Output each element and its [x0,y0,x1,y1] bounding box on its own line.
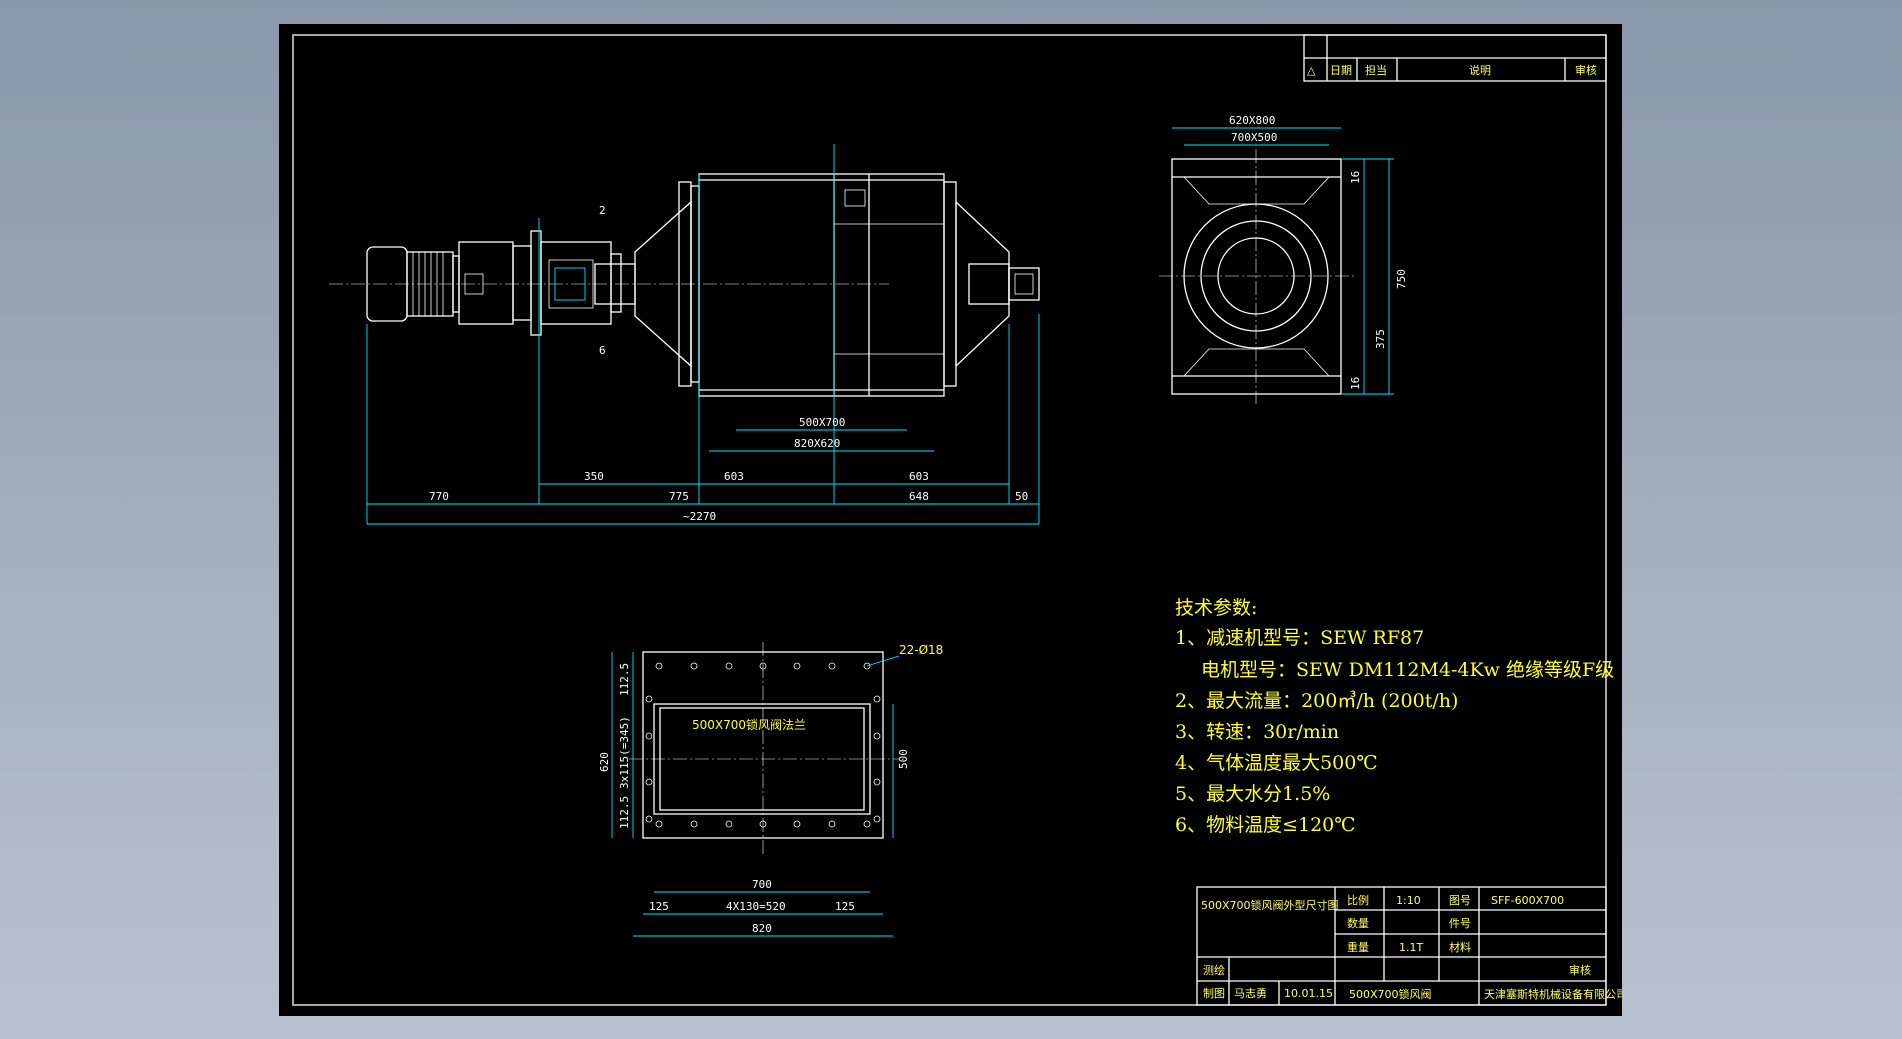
tb-date: 10.01.15 [1284,987,1333,1000]
tb-weight-label: 重量 [1347,940,1369,954]
dim-775: 775 [669,490,689,503]
drawing-sheet: △ 日期 担当 说明 审核 2 6 500X700 820X620 350 60… [279,24,1622,1016]
dim-750: 750 [1395,269,1408,289]
dim-125-right: 125 [835,900,855,913]
dim-820-flange: 820 [752,922,772,935]
dim-16-bottom: 16 [1349,377,1362,390]
rev-check-header: 审核 [1575,63,1597,77]
dim-3x115: 3x115(=345) [618,716,631,789]
tb-product-name: 500X700锁风阀 [1349,987,1432,1001]
dim-16-top: 16 [1349,171,1362,184]
tech-line-1: 1、减速机型号：SEW RF87 [1175,627,1424,649]
tb-scale-label: 比例 [1347,893,1369,907]
dim-700x500: 700X500 [1231,131,1277,144]
dim-125-left: 125 [649,900,669,913]
title-block: 500X700锁风阀外型尺寸图 比例 1:10 图号 SFF-600X700 数… [1196,886,1622,1006]
dim-603-left: 603 [724,470,744,483]
dim-4x130: 4X130=520 [726,900,786,913]
right-end-cone [955,200,1010,368]
valve-body [698,173,945,397]
bearing-housing-right [1008,267,1040,301]
tb-checker-label: 审核 [1569,963,1591,977]
tech-line-3: 3、转速：30r/min [1175,721,1339,743]
dim-500x700: 500X700 [799,416,845,429]
holes-note: 22-Ø18 [899,643,943,657]
dim-112-5-top: 112.5 [618,663,631,696]
tb-drawing-no-value: SFF-600X700 [1491,894,1564,907]
cad-drawing: △ 日期 担当 说明 审核 2 6 500X700 820X620 350 60… [292,34,1622,1006]
dim-620x800: 620X800 [1229,114,1275,127]
dim-6: 6 [599,344,606,357]
tb-scale-value: 1:10 [1396,894,1421,907]
dim-700-flange: 700 [752,878,772,891]
rev-person-header: 担当 [1365,63,1387,77]
dim-375: 375 [1374,329,1387,349]
drawing-border [292,34,1607,1006]
dim-820x620: 820X620 [794,437,840,450]
tech-line-1b: 电机型号：SEW DM112M4-4Kw 绝缘等级F级 [1201,659,1614,681]
coupling-flange-left [530,230,542,336]
dim-648: 648 [909,490,929,503]
tb-drawing-no-label: 图号 [1449,894,1471,907]
dim-603-right: 603 [909,470,929,483]
tb-material-label: 材料 [1449,940,1471,954]
tech-line-4: 4、气体温度最大500℃ [1175,752,1378,774]
tb-weight-value: 1.1T [1399,941,1423,954]
dim-2270: ~2270 [683,510,716,523]
dim-770: 770 [429,490,449,503]
flange-label: 500X700锁风阀法兰 [692,717,806,732]
gearbox [458,241,514,325]
rev-note-header: 说明 [1469,63,1491,77]
dim-112-5-bottom: 112.5 [618,796,631,829]
rev-date-header: 日期 [1330,64,1352,77]
tb-drafter-label: 制图 [1203,987,1225,1000]
technical-parameters: 技术参数: 1、减速机型号：SEW RF87 电机型号：SEW DM112M4-… [1175,597,1614,836]
dim-2: 2 [599,204,606,217]
tb-company: 天津塞斯特机械设备有限公司 [1484,987,1622,1001]
dim-50: 50 [1015,490,1028,503]
tech-title: 技术参数: [1175,597,1257,619]
tb-drafter-name: 马志勇 [1234,987,1267,1000]
front-view: 2 6 500X700 820X620 350 603 603 770 775 … [329,144,1040,525]
tb-part-no-label: 件号 [1449,917,1471,930]
tb-qty-label: 数量 [1347,917,1369,930]
tech-line-5: 5、最大水分1.5% [1175,783,1330,805]
dim-620: 620 [598,752,611,772]
flange-view: 22-Ø18 500X700锁风阀法兰 112.5 3x115(=345) 11… [598,642,943,937]
tech-line-2: 2、最大流量：200㎥/h (200t/h) [1175,690,1458,712]
tech-line-6: 6、物料温度≤120℃ [1175,814,1356,836]
side-view: 620X800 700X500 16 750 375 16 [1159,114,1408,404]
revision-table: △ 日期 担当 说明 审核 [1303,34,1607,82]
rev-symbol: △ [1307,64,1316,77]
dim-350: 350 [584,470,604,483]
dim-500: 500 [897,749,910,769]
tb-drawing-name: 500X700锁风阀外型尺寸图 [1201,898,1339,912]
side-body-outline [1171,158,1342,395]
tb-designer-label: 测绘 [1203,963,1225,977]
